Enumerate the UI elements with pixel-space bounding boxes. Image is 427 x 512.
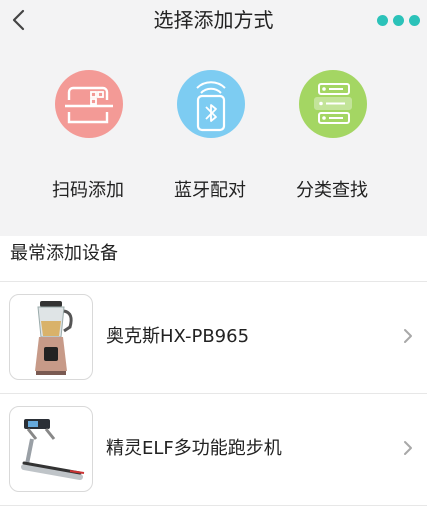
header-bar: 选择添加方式 (0, 0, 427, 40)
divider (0, 505, 427, 506)
device-name: 奥克斯HX-PB965 (106, 326, 250, 347)
device-row[interactable]: 精灵ELF多功能跑步机 (0, 394, 427, 506)
add-method-panel: 扫码添加 蓝牙配对 分类查找 (0, 40, 427, 236)
qr-scan-icon (55, 70, 123, 138)
treadmill-icon (21, 419, 85, 480)
method-bluetooth[interactable]: 蓝牙配对 (145, 70, 275, 220)
more-options-icon[interactable] (377, 12, 421, 28)
device-row[interactable]: 奥克斯HX-PB965 (0, 282, 427, 394)
bluetooth-icon (177, 70, 245, 138)
method-bluetooth-label: 蓝牙配对 (174, 180, 246, 201)
chevron-right-icon (404, 329, 412, 343)
category-list-icon (299, 70, 367, 138)
method-category[interactable]: 分类查找 (267, 70, 397, 220)
method-scan-qr[interactable]: 扫码添加 (23, 70, 153, 220)
chevron-right-icon (404, 441, 412, 455)
page-title: 选择添加方式 (153, 8, 274, 32)
blender-image (9, 294, 93, 380)
section-title-frequent: 最常添加设备 (10, 243, 118, 264)
method-scan-qr-label: 扫码添加 (52, 180, 124, 201)
method-category-label: 分类查找 (296, 180, 368, 201)
treadmill-image (9, 406, 93, 492)
device-name: 精灵ELF多功能跑步机 (106, 438, 282, 459)
blender-icon (35, 301, 73, 375)
